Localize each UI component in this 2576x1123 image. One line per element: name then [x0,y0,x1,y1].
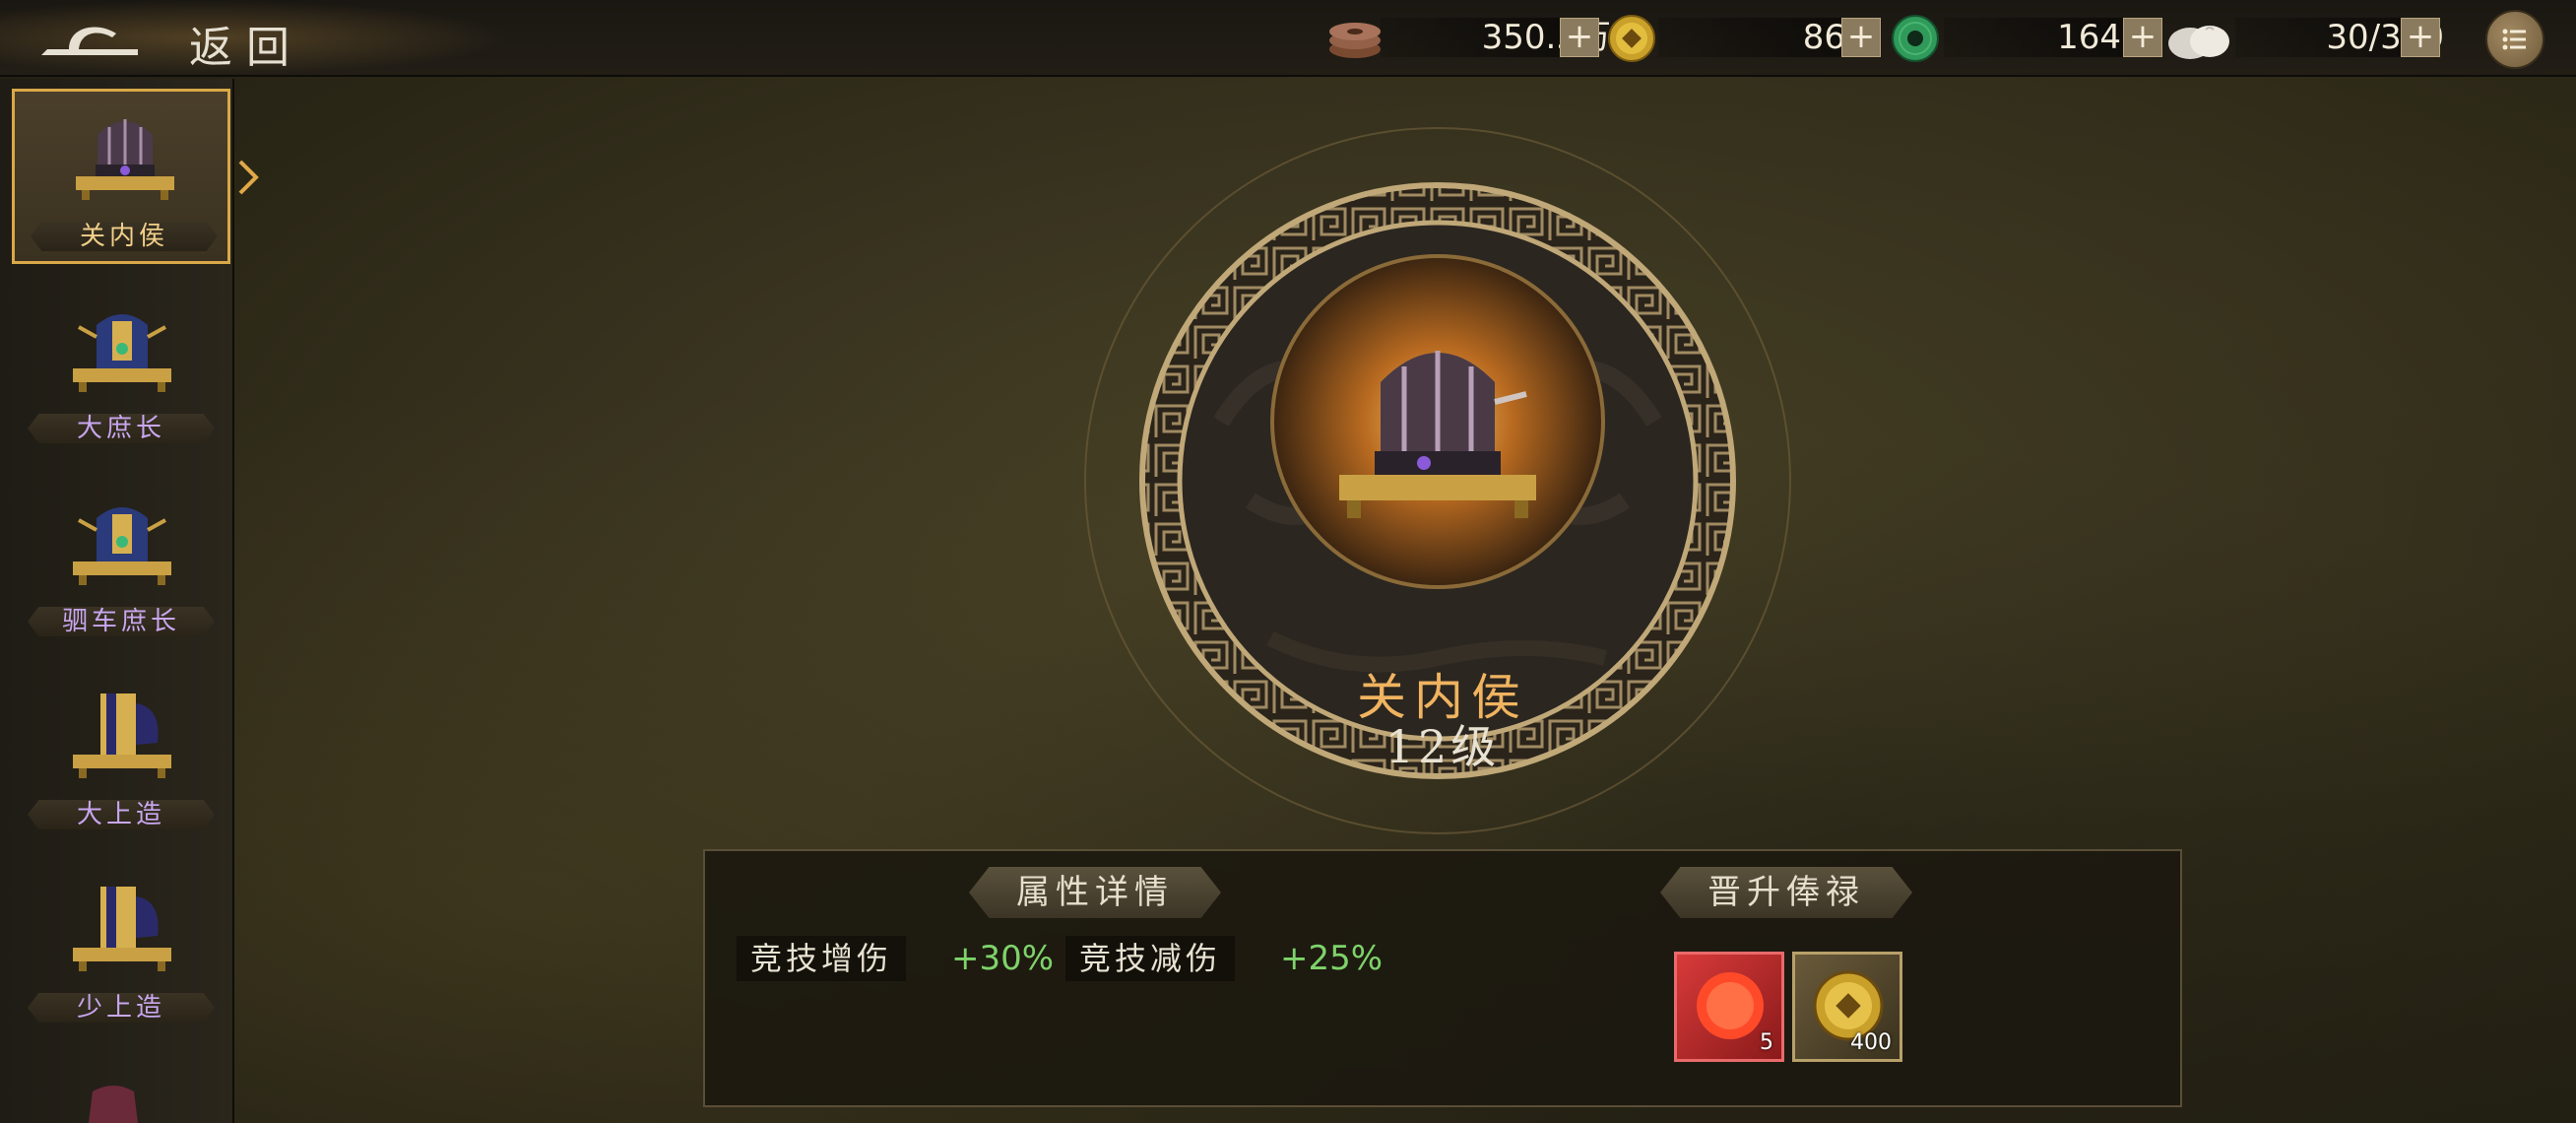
reward-gold-coin[interactable]: 400 [1792,952,1902,1062]
details-panel: 属性详情 晋升俸禄 竞技增伤 +30% 竞技减伤 +25% 5 400 [703,849,2182,1107]
back-arrow-icon [41,27,138,55]
chevron-right-icon [238,160,259,195]
jade-disc-icon [1892,15,1939,62]
sidebar-item-label: 少上造 [28,993,215,1023]
reward-red-orb[interactable]: 5 [1674,952,1784,1062]
gold-hat-icon [73,694,171,778]
sidebar-item-guanneihou[interactable]: 关内侯 [12,89,230,264]
sidebar-item-label: 大上造 [28,800,215,829]
reward-count: 5 [1760,1030,1773,1055]
gold-hat-icon [73,887,171,971]
blue-crown-icon [73,314,171,392]
resource-gold: 86 [1607,14,1861,62]
rank-sidebar: 关内侯 大庶长 驷车庶长 大上造 少上造 [0,79,259,1123]
list-menu-icon [2502,29,2526,50]
sidebar-item-dashangzao[interactable]: 大上造 [12,670,230,845]
back-button[interactable]: 返回 [39,10,315,73]
jade-value: 164 [2057,18,2121,57]
sidebar-item-dashuzhang[interactable]: 大庶长 [12,284,230,459]
sidebar-item-label: 关内侯 [31,222,218,251]
sidebar-item-label: 大庶长 [28,414,215,443]
stat-value-arena-damage: +30% [951,939,1055,978]
back-label: 返回 [189,23,303,73]
copper-coins-icon [1329,23,1381,58]
resource-jade: 164 [1889,14,2139,62]
add-gold-button[interactable]: + [1841,18,1881,57]
dark-crown-icon [76,119,174,200]
gold-coin-icon [1608,15,1655,62]
attribute-details-header: 属性详情 [969,867,1221,918]
reward-count: 400 [1850,1030,1892,1055]
stat-name-arena-reduction: 竞技减伤 [1065,936,1236,981]
steamed-bun-icon [2168,26,2229,59]
sidebar-item-shaoshangzao[interactable]: 少上造 [12,863,230,1038]
add-jade-button[interactable]: + [2123,18,2162,57]
add-copper-button[interactable]: + [1560,18,1599,57]
stat-name-arena-damage: 竞技增伤 [737,936,907,981]
gold-value: 86 [1802,18,1845,57]
stat-value-arena-reduction: +25% [1280,939,1384,978]
promotion-salary-header: 晋升俸禄 [1660,867,1912,918]
blue-crown-icon [73,507,171,585]
rank-level: 12级 [1385,720,1501,773]
add-stamina-button[interactable]: + [2401,18,2440,57]
red-orb-icon [1697,972,1764,1039]
top-bar: 返回 350.5万 + 86 + 164 + 30/300 + [0,0,2576,77]
sidebar-item-label: 驷车庶长 [28,607,215,636]
menu-button[interactable] [2485,10,2544,69]
sidebar-item-sichejshuzhang[interactable]: 驷车庶长 [12,477,230,652]
partial-hat-icon [89,1086,138,1123]
